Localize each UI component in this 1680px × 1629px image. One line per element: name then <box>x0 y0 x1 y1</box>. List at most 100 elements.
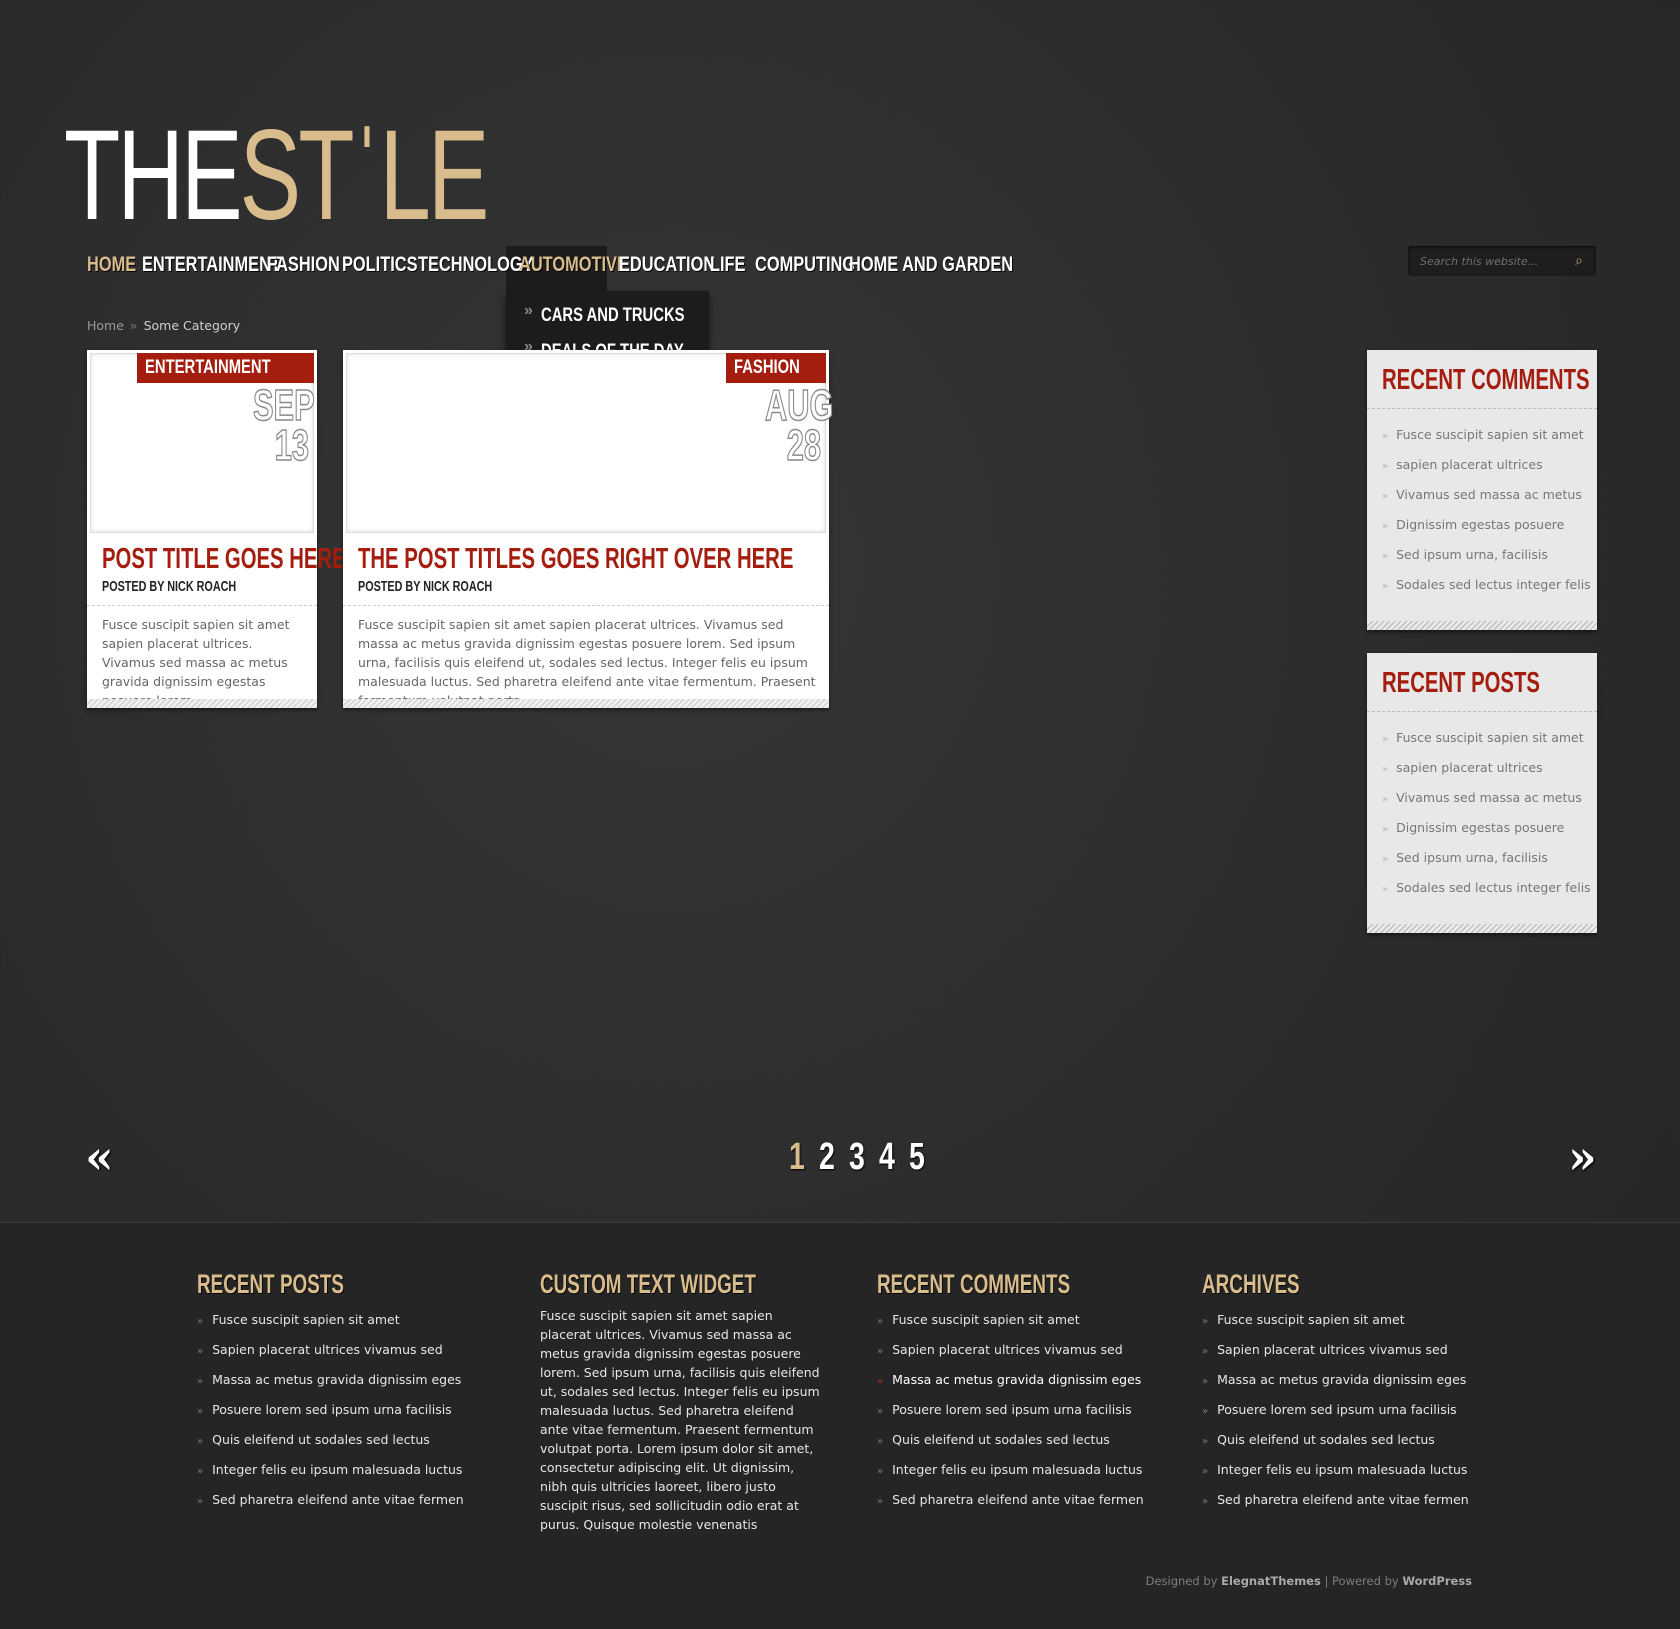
post-date: AUG 28 <box>764 383 833 469</box>
footer-list-item-label: Sapien placerat ultrices vivamus sed <box>892 1342 1123 1357</box>
footer-list-item-label: Fusce suscipit sapien sit amet <box>212 1312 400 1327</box>
footer-list-item[interactable]: » Massa ac metus gravida dignissim eges <box>877 1365 1153 1395</box>
pagination-page-4[interactable]: 4 <box>879 1136 895 1179</box>
pagination-prev-button[interactable]: « <box>85 1130 114 1184</box>
pagination-page-1[interactable]: 1 <box>789 1136 805 1179</box>
credits-designer-link[interactable]: ElegnatThemes <box>1221 1574 1321 1588</box>
widget-list-item[interactable]: » Fusce suscipit sapien sit amet <box>1382 420 1591 450</box>
site-logo[interactable]: THESTˈLE <box>64 112 489 240</box>
search-input[interactable] <box>1420 246 1560 276</box>
footer-list-item[interactable]: » Posuere lorem sed ipsum urna facilisis <box>197 1395 464 1425</box>
footer-list-item[interactable]: » Sapien placerat ultrices vivamus sed <box>877 1335 1153 1365</box>
footer-list-item[interactable]: » Fusce suscipit sapien sit amet <box>1202 1305 1469 1335</box>
footer-list-item[interactable]: » Fusce suscipit sapien sit amet <box>877 1305 1153 1335</box>
widget-list-item[interactable]: » Sed ipsum urna, facilisis <box>1382 540 1591 570</box>
widget-list-item[interactable]: » Fusce suscipit sapien sit amet <box>1382 723 1591 753</box>
search-icon[interactable]: ⌕ <box>1570 252 1588 270</box>
nav-item-fashion[interactable]: FASHION <box>267 250 340 290</box>
footer-list-item[interactable]: » Posuere lorem sed ipsum urna facilisis <box>1202 1395 1469 1425</box>
nav-item-computing[interactable]: COMPUTING <box>755 250 855 290</box>
widget-list-item[interactable]: » sapien placerat ultrices <box>1382 450 1591 480</box>
widget-list-item[interactable]: » Sed ipsum urna, facilisis <box>1382 843 1591 873</box>
footer-widget-title: CUSTOM TEXT WIDGET <box>540 1269 756 1299</box>
nav-item-home[interactable]: HOME <box>87 250 136 290</box>
footer-list-item[interactable]: » Quis eleifend ut sodales sed lectus <box>197 1425 464 1455</box>
widget-list: » Fusce suscipit sapien sit amet » sapien p… <box>1382 420 1591 600</box>
bullet-icon: » <box>1382 794 1389 805</box>
credits-platform-link[interactable]: WordPress <box>1402 1574 1472 1588</box>
post-byline: POSTED BY NICK ROACH <box>358 578 493 595</box>
widget-list-item[interactable]: » Dignissim egestas posuere <box>1382 813 1591 843</box>
post-title[interactable]: POST TITLE GOES HERE <box>102 543 346 576</box>
bullet-icon: » <box>1202 1406 1209 1417</box>
footer-list-item-label: Posuere lorem sed ipsum urna facilisis <box>212 1402 452 1417</box>
widget-list-item-label: Fusce suscipit sapien sit amet <box>1396 730 1584 745</box>
footer-list-item[interactable]: » Posuere lorem sed ipsum urna facilisis <box>877 1395 1153 1425</box>
dropdown-item-cars-and-trucks[interactable]: » CARS AND TRUCKS <box>524 302 725 335</box>
footer-list-item[interactable]: » Sed pharetra eleifend ante vitae fermen <box>877 1485 1153 1515</box>
card-bottom-pattern <box>87 699 317 708</box>
bullet-icon: » <box>877 1406 884 1417</box>
bullet-icon: » <box>197 1496 204 1507</box>
widget-list-item-label: Sodales sed lectus integer felis <box>1396 880 1591 895</box>
footer-widget-list: » Fusce suscipit sapien sit amet » Sapien p… <box>197 1305 464 1515</box>
bullet-icon: » <box>1382 581 1389 592</box>
footer-list-item[interactable]: » Integer felis eu ipsum malesuada luctus <box>197 1455 464 1485</box>
breadcrumb-home-link[interactable]: Home <box>87 318 124 333</box>
footer-list-item[interactable]: » Massa ac metus gravida dignissim eges <box>1202 1365 1469 1395</box>
post-date-day: 13 <box>274 421 309 470</box>
widget-list-item[interactable]: » Sodales sed lectus integer felis <box>1382 873 1591 903</box>
footer-list-item[interactable]: » Sapien placerat ultrices vivamus sed <box>1202 1335 1469 1365</box>
footer-list-item[interactable]: » Massa ac metus gravida dignissim eges <box>197 1365 464 1395</box>
pagination-page-2[interactable]: 2 <box>819 1136 835 1179</box>
widget-list-item[interactable]: » Vivamus sed massa ac metus <box>1382 783 1591 813</box>
widget-list-item-label: Dignissim egestas posuere <box>1396 820 1565 835</box>
nav-item-home-and-garden[interactable]: HOME AND GARDEN <box>849 250 1013 290</box>
pagination-next-button[interactable]: » <box>1568 1130 1597 1184</box>
bullet-icon: » <box>1202 1346 1209 1357</box>
pagination-page-5[interactable]: 5 <box>909 1136 925 1179</box>
footer-list-item-label: Quis eleifend ut sodales sed lectus <box>212 1432 430 1447</box>
widget-list-item-label: Sed ipsum urna, facilisis <box>1396 850 1548 865</box>
footer-list-item[interactable]: » Quis eleifend ut sodales sed lectus <box>877 1425 1153 1455</box>
footer-list-item[interactable]: » Integer felis eu ipsum malesuada luctus <box>1202 1455 1469 1485</box>
nav-item-technology[interactable]: TECHNOLOGY <box>418 250 534 290</box>
bullet-icon: » <box>877 1496 884 1507</box>
footer-list-item-label: Sapien placerat ultrices vivamus sed <box>1217 1342 1448 1357</box>
widget-list-item[interactable]: » Dignissim egestas posuere <box>1382 510 1591 540</box>
footer-list-item-label: Fusce suscipit sapien sit amet <box>892 1312 1080 1327</box>
footer-widget-title: RECENT COMMENTS <box>877 1269 1071 1299</box>
nav-item-entertainment[interactable]: ENTERTAINMENT <box>142 250 281 290</box>
post-title[interactable]: THE POST TITLES GOES RIGHT OVER HERE <box>358 543 793 576</box>
footer-list-item-label: Massa ac metus gravida dignissim eges <box>892 1372 1142 1387</box>
footer-widget-title: RECENT POSTS <box>197 1269 345 1299</box>
nav-item-education[interactable]: EDUCATION <box>619 250 715 290</box>
bullet-icon: » <box>197 1406 204 1417</box>
nav-item-politics[interactable]: POLITICS <box>342 250 418 290</box>
bullet-icon: » <box>1382 824 1389 835</box>
footer-widget-list: » Fusce suscipit sapien sit amet » Sapien p… <box>1202 1305 1469 1515</box>
footer-list-item[interactable]: » Sed pharetra eleifend ante vitae fermen <box>197 1485 464 1515</box>
footer-list-item[interactable]: » Sed pharetra eleifend ante vitae fermen <box>1202 1485 1469 1515</box>
footer: RECENT POSTS » Fusce suscipit sapien sit … <box>0 1222 1680 1629</box>
footer-list-item[interactable]: » Integer felis eu ipsum malesuada luctus <box>877 1455 1153 1485</box>
bullet-icon: » <box>1202 1376 1209 1387</box>
widget-list-item[interactable]: » Sodales sed lectus integer felis <box>1382 570 1591 600</box>
widget-list-item[interactable]: » Vivamus sed massa ac metus <box>1382 480 1591 510</box>
bullet-icon: » <box>1382 764 1389 775</box>
post-category-label: ENTERTAINMENT <box>144 357 271 378</box>
nav-item-life[interactable]: LIFE <box>710 250 745 290</box>
footer-list-item[interactable]: » Sapien placerat ultrices vivamus sed <box>197 1335 464 1365</box>
widget-list-item[interactable]: » sapien placerat ultrices <box>1382 753 1591 783</box>
footer-list-item[interactable]: » Fusce suscipit sapien sit amet <box>197 1305 464 1335</box>
post-excerpt: Fusce suscipit sapien sit amet sapien pl… <box>102 617 290 708</box>
footer-list-item-label: Fusce suscipit sapien sit amet <box>1217 1312 1405 1327</box>
post-category-badge[interactable]: ENTERTAINMENT <box>136 353 314 383</box>
post-category-badge[interactable]: FASHION <box>725 353 826 383</box>
widget-list-item-label: Vivamus sed massa ac metus <box>1396 790 1582 805</box>
footer-list-item-label: Quis eleifend ut sodales sed lectus <box>1217 1432 1435 1447</box>
pagination-page-3[interactable]: 3 <box>849 1136 865 1179</box>
bullet-icon: » <box>877 1376 884 1387</box>
footer-list-item[interactable]: » Quis eleifend ut sodales sed lectus <box>1202 1425 1469 1455</box>
nav-item-automotive[interactable]: AUTOMOTIVE <box>519 250 628 290</box>
